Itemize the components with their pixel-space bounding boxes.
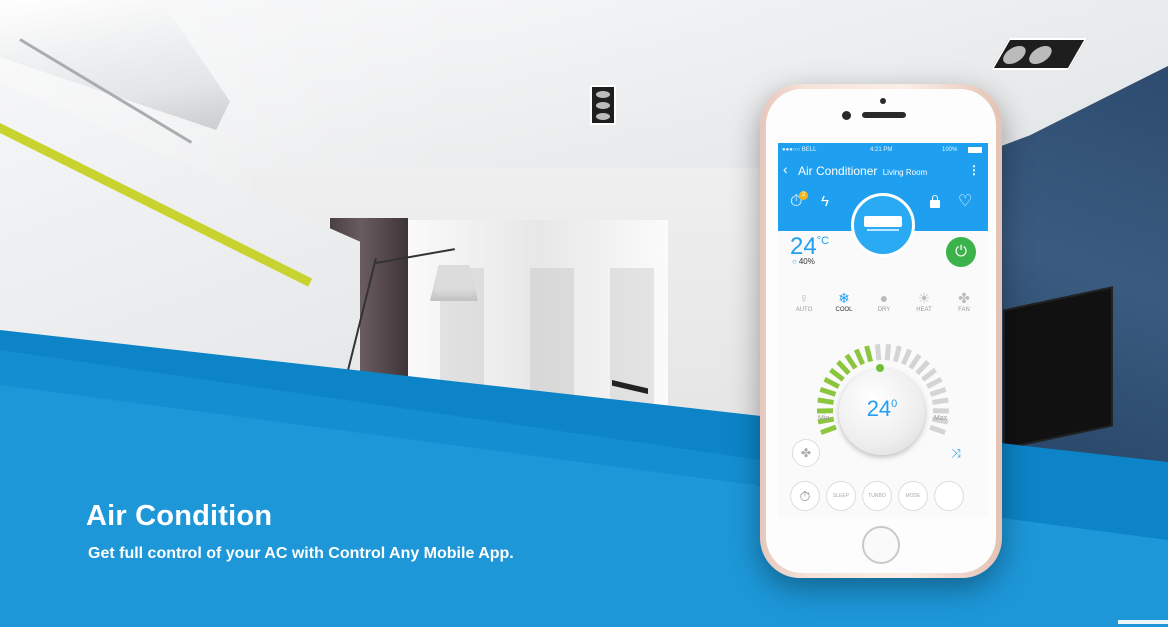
mode-auto[interactable]: ♀ AUTO bbox=[786, 289, 822, 313]
dial-tick bbox=[820, 424, 837, 435]
mode-label: FAN bbox=[958, 307, 970, 313]
mode-label: DRY bbox=[877, 307, 891, 313]
dial-tick bbox=[915, 360, 930, 376]
dial-value-number: 24 bbox=[866, 396, 892, 421]
app-screen: ●●●○○ BELL 4:21 PM 100% ‹ Air Conditione… bbox=[778, 143, 988, 517]
lock-icon[interactable] bbox=[930, 195, 940, 208]
dial-tick bbox=[908, 353, 922, 370]
power-button[interactable]: ⏻ bbox=[946, 237, 976, 267]
timer-button[interactable]: ⏱ bbox=[790, 481, 820, 511]
dial-tick bbox=[892, 345, 902, 363]
phone-home-button[interactable] bbox=[862, 526, 900, 564]
more-menu-icon[interactable]: ⋮ bbox=[968, 163, 980, 177]
humidity-value: 40% bbox=[798, 257, 815, 266]
phone-camera bbox=[842, 111, 851, 120]
hero-subtitle: Get full control of your AC with Control… bbox=[88, 545, 514, 562]
mode-dry[interactable]: ● DRY bbox=[866, 289, 902, 313]
mode-label: AUTO bbox=[795, 307, 813, 313]
drop-icon: ● bbox=[879, 290, 889, 306]
dial-value: 240 bbox=[839, 396, 925, 422]
ac-device-icon bbox=[851, 193, 915, 257]
dial-max-label: Max bbox=[934, 415, 948, 422]
turbo-button[interactable]: TURBO bbox=[862, 481, 892, 511]
fan-icon: ✤ bbox=[958, 290, 970, 306]
humidity-drop-icon: ○ bbox=[792, 257, 797, 266]
dial-tick bbox=[836, 360, 851, 376]
status-time: 4:21 PM bbox=[870, 147, 893, 153]
heart-icon[interactable]: ♡ bbox=[958, 191, 972, 211]
dial-tick bbox=[929, 386, 947, 397]
dial-tick bbox=[829, 367, 845, 382]
dial-tick bbox=[926, 376, 943, 389]
fan-speed-button[interactable]: ✤ bbox=[792, 439, 820, 467]
humidity: ○ 40% bbox=[792, 257, 815, 266]
title-bar: ‹ Air Conditioner Living Room ⋮ bbox=[778, 160, 988, 180]
room-name: Living Room bbox=[882, 168, 928, 177]
status-bar: ●●●○○ BELL 4:21 PM 100% bbox=[778, 145, 988, 157]
mode-cool[interactable]: ❄ COOL bbox=[826, 289, 862, 313]
timer-badge: 2 bbox=[799, 191, 808, 200]
dial-tick bbox=[884, 344, 891, 361]
snowflake-icon: ❄ bbox=[838, 290, 850, 306]
extra-button[interactable] bbox=[934, 481, 964, 511]
mode-label: COOL bbox=[835, 307, 853, 313]
ac-mini-vent bbox=[867, 229, 899, 231]
phone-speaker bbox=[862, 112, 906, 118]
dial-tick bbox=[823, 376, 840, 389]
dial-tick bbox=[864, 345, 874, 363]
dial-min-label: Min bbox=[818, 415, 830, 422]
dial-tick bbox=[900, 348, 913, 366]
corner-mark bbox=[1118, 620, 1168, 624]
dial-tick bbox=[853, 348, 866, 366]
mode-button[interactable]: MODE bbox=[898, 481, 928, 511]
back-icon[interactable]: ‹ bbox=[783, 162, 788, 176]
hero-banner: Air Condition Get full control of your A… bbox=[0, 0, 1168, 627]
temperature-dial[interactable]: 240 bbox=[812, 339, 954, 481]
ac-mini-body bbox=[864, 216, 902, 227]
dial-tick bbox=[844, 353, 858, 370]
status-battery: 100% bbox=[942, 147, 958, 153]
dial-tick bbox=[875, 344, 882, 361]
window-pane bbox=[610, 268, 654, 418]
mode-heat[interactable]: ☀ HEAT bbox=[906, 289, 942, 313]
room-tv bbox=[1003, 286, 1113, 450]
dial-tick bbox=[929, 424, 946, 435]
mode-label: HEAT bbox=[916, 307, 932, 313]
swing-button[interactable]: ⤨ bbox=[944, 441, 968, 465]
bulb-icon: ♀ bbox=[798, 290, 810, 306]
hero-title: Air Condition bbox=[86, 500, 273, 532]
mode-fan[interactable]: ✤ FAN bbox=[946, 289, 982, 313]
phone-sensor bbox=[880, 98, 886, 104]
dial-tick bbox=[932, 397, 949, 405]
battery-icon bbox=[968, 147, 982, 153]
mode-selector: ♀ AUTO ❄ COOL ● DRY ☀ HEAT ✤ FAN bbox=[786, 289, 982, 325]
dial-tick bbox=[921, 367, 937, 382]
dial-value-unit: 0 bbox=[891, 398, 898, 410]
dial-indicator bbox=[876, 364, 884, 372]
bottom-controls: ⏱ SLEEP TURBO MODE bbox=[790, 481, 980, 513]
ceiling-spotlight bbox=[590, 85, 616, 125]
app-title: Air Conditioner Living Room bbox=[798, 164, 927, 178]
sleep-button[interactable]: SLEEP bbox=[826, 481, 856, 511]
temperature-value: 24 bbox=[790, 233, 817, 260]
temperature-unit: °C bbox=[816, 235, 830, 247]
app-title-text: Air Conditioner bbox=[798, 164, 878, 178]
status-carrier: ●●●○○ BELL bbox=[782, 147, 817, 153]
dial-tick bbox=[819, 386, 837, 397]
dial-knob[interactable]: 240 bbox=[839, 369, 925, 455]
dial-tick bbox=[817, 397, 834, 405]
bolt-icon[interactable]: ϟ bbox=[821, 193, 829, 210]
sun-icon: ☀ bbox=[917, 290, 931, 306]
